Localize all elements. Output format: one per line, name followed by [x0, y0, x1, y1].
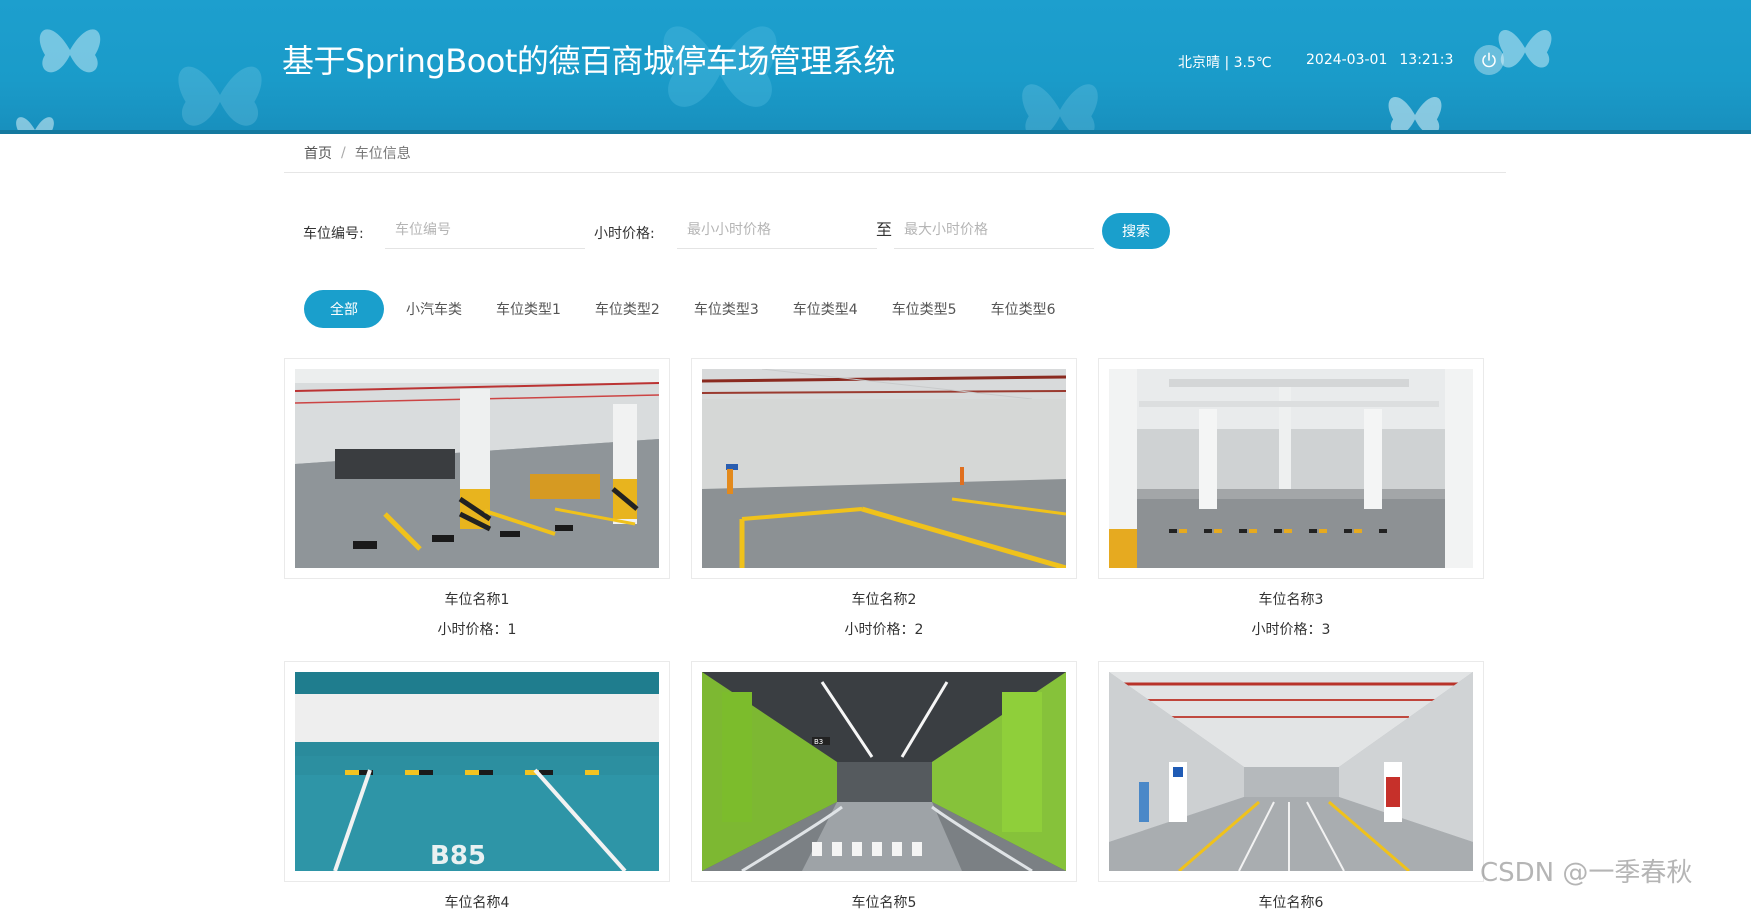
min-price-input[interactable]: [677, 211, 877, 249]
parking-garage-photo: [1109, 369, 1473, 568]
tab-type-4[interactable]: 车位类型4: [793, 299, 858, 319]
butterfly-decoration-icon: [1498, 29, 1552, 68]
bay-number-text: B85: [430, 841, 486, 871]
max-price-input[interactable]: [894, 211, 1094, 249]
card-image-frame[interactable]: [691, 358, 1077, 579]
breadcrumb-separator: /: [341, 145, 346, 161]
tab-type-2[interactable]: 车位类型2: [595, 299, 660, 319]
top-header: 基于SpringBoot的德百商城停车场管理系统 北京晴 | 3.5℃ 2024…: [0, 0, 1751, 134]
level-sign-text: B3: [814, 738, 823, 746]
parking-space-card[interactable]: 车位名称6: [1098, 661, 1484, 922]
tab-all[interactable]: 全部: [304, 290, 384, 328]
tab-car[interactable]: 小汽车类: [406, 299, 462, 319]
card-image-frame[interactable]: [284, 358, 670, 579]
butterfly-decoration-icon: [1022, 84, 1098, 134]
space-code-label: 车位编号:: [303, 226, 364, 242]
card-image-frame[interactable]: B85: [284, 661, 670, 882]
weather-text: 北京晴 | 3.5℃: [1178, 55, 1272, 71]
card-image-frame[interactable]: [1098, 661, 1484, 882]
parking-space-card[interactable]: B85 车位名称4: [284, 661, 670, 922]
tab-type-6[interactable]: 车位类型6: [991, 299, 1056, 319]
site-title: 基于SpringBoot的德百商城停车场管理系统: [282, 42, 895, 80]
butterfly-decoration-icon: [16, 117, 54, 134]
card-name: 车位名称3: [1258, 592, 1324, 608]
tab-type-1[interactable]: 车位类型1: [496, 299, 561, 319]
card-image-frame[interactable]: B3: [691, 661, 1077, 882]
butterfly-decoration-icon: [178, 66, 262, 126]
search-button[interactable]: 搜索: [1102, 213, 1170, 249]
parking-garage-photo: [295, 369, 659, 568]
parking-space-card[interactable]: 车位名称2 小时价格：2: [691, 358, 1077, 639]
tab-type-3[interactable]: 车位类型3: [694, 299, 759, 319]
parking-garage-photo: [1109, 672, 1473, 871]
power-icon: [1482, 52, 1496, 68]
space-code-input[interactable]: [385, 211, 585, 249]
card-price: 小时价格：1: [437, 622, 517, 638]
parking-space-card[interactable]: 车位名称1 小时价格：1: [284, 358, 670, 639]
parking-garage-photo: [702, 369, 1066, 568]
butterfly-decoration-icon: [1388, 97, 1442, 134]
time-text: 13:21:3: [1399, 52, 1454, 68]
card-name: 车位名称2: [851, 592, 917, 608]
card-price: 小时价格：3: [1251, 622, 1331, 638]
card-name: 车位名称1: [444, 592, 510, 608]
breadcrumb: 首页 / 车位信息: [284, 134, 1506, 173]
card-name: 车位名称5: [851, 895, 917, 911]
tab-type-5[interactable]: 车位类型5: [892, 299, 957, 319]
card-price: 小时价格：2: [844, 622, 924, 638]
hourly-price-label: 小时价格:: [594, 226, 655, 242]
breadcrumb-current: 车位信息: [354, 146, 411, 162]
card-image-frame[interactable]: [1098, 358, 1484, 579]
parking-bay-photo: B85: [295, 672, 659, 871]
logout-button[interactable]: [1474, 45, 1504, 75]
category-tabs: 全部 小汽车类 车位类型1 车位类型2 车位类型3 车位类型4 车位类型5 车位…: [304, 289, 1056, 329]
range-to-text: 至: [876, 220, 893, 239]
search-form: 车位编号: 小时价格: 至 搜索: [303, 211, 1203, 251]
parking-space-card[interactable]: 车位名称3 小时价格：3: [1098, 358, 1484, 639]
parking-garage-photo: B3: [702, 672, 1066, 871]
date-text: 2024-03-01: [1306, 52, 1388, 68]
breadcrumb-home-link[interactable]: 首页: [304, 143, 332, 163]
datetime-text: 2024-03-01 13:21:3: [1306, 52, 1453, 68]
watermark-text: CSDN @一季春秋: [1480, 858, 1693, 888]
butterfly-decoration-icon: [39, 29, 101, 73]
card-name: 车位名称4: [444, 895, 510, 911]
parking-space-card[interactable]: B3 车位名称5: [691, 661, 1077, 922]
card-name: 车位名称6: [1258, 895, 1324, 911]
